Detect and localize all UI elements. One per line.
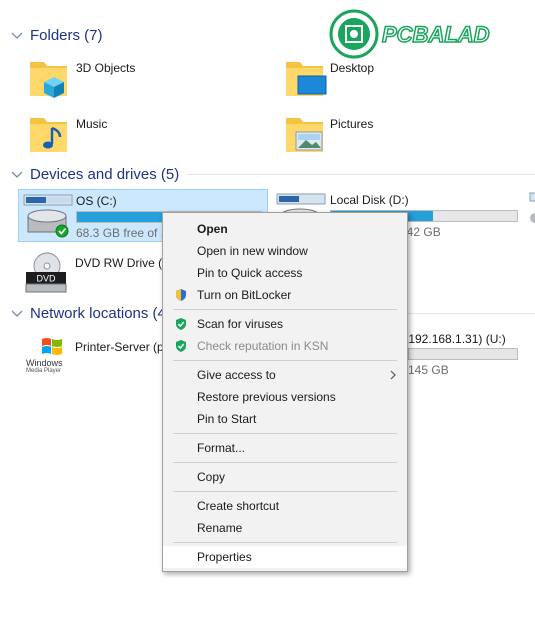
menu-item-label: Open in new window xyxy=(197,244,308,258)
folder-item-3d-objects[interactable]: 3D Objects xyxy=(26,54,246,102)
menu-item-restore-versions[interactable]: Restore previous versions xyxy=(163,386,407,408)
watermark-text: PCBALAD xyxy=(382,22,490,47)
menu-item-scan-viruses[interactable]: Scan for viruses xyxy=(163,313,407,335)
windows-media-player-logo: Windows Media Player xyxy=(24,336,70,376)
menu-separator xyxy=(173,462,397,463)
menu-item-open-new-window[interactable]: Open in new window xyxy=(163,240,407,262)
menu-item-check-ksn: Check reputation in KSN xyxy=(163,335,407,357)
menu-item-label: Rename xyxy=(197,521,243,535)
menu-item-label: Give access to xyxy=(197,368,276,382)
pictures-folder-icon xyxy=(286,118,323,152)
menu-item-label: Open xyxy=(197,222,228,236)
context-menu: Open Open in new window Pin to Quick acc… xyxy=(162,212,408,572)
menu-item-label: Copy xyxy=(197,470,226,484)
dvd-badge-text: DVD xyxy=(36,274,56,284)
menu-item-label: Properties xyxy=(197,550,252,564)
folder-item-music[interactable]: Music xyxy=(26,110,246,158)
devices-header-label: Devices and drives (5) xyxy=(30,166,180,183)
chevron-down-icon[interactable] xyxy=(10,168,24,182)
logo-text: Windows xyxy=(26,358,63,368)
menu-item-rename[interactable]: Rename xyxy=(163,517,407,539)
pcbalad-watermark: PCBALAD xyxy=(328,8,528,60)
logo-subtext: Media Player xyxy=(26,368,62,374)
menu-item-create-shortcut[interactable]: Create shortcut xyxy=(163,495,407,517)
system-drive-icon xyxy=(23,194,73,238)
drive-usage-bar xyxy=(408,348,518,360)
menu-item-label: Pin to Start xyxy=(197,412,257,426)
desktop-folder-icon xyxy=(286,62,327,96)
dvd-drive-icon: DVD xyxy=(25,252,67,293)
folder-label: Pictures xyxy=(330,117,374,131)
menu-item-label: Create shortcut xyxy=(197,499,280,513)
chevron-down-icon[interactable] xyxy=(10,307,24,321)
menu-item-open[interactable]: Open xyxy=(163,218,407,240)
network-location-label: Printer-Server (p xyxy=(75,340,164,354)
menu-separator xyxy=(173,433,397,434)
drive-item-dvd[interactable]: DVD DVD RW Drive (G xyxy=(18,248,172,298)
folders-header-label: Folders (7) xyxy=(30,27,103,44)
folder-label: 3D Objects xyxy=(76,61,136,75)
menu-item-format[interactable]: Format... xyxy=(163,437,407,459)
windows-flag-icon xyxy=(42,338,62,355)
menu-item-pin-quick-access[interactable]: Pin to Quick access xyxy=(163,262,407,284)
music-folder-icon xyxy=(30,118,67,152)
menu-item-give-access[interactable]: Give access to xyxy=(163,364,407,386)
folders-section-header[interactable]: Folders (7) xyxy=(10,27,310,44)
menu-item-label: Check reputation in KSN xyxy=(197,339,329,353)
folder-item-pictures[interactable]: Pictures xyxy=(282,110,502,158)
menu-item-bitlocker[interactable]: Turn on BitLocker xyxy=(163,284,407,306)
network-item-printer-server[interactable]: Windows Media Player Printer-Server (p xyxy=(18,330,168,380)
menu-separator xyxy=(173,542,397,543)
menu-item-label: Scan for viruses xyxy=(197,317,284,331)
kaspersky-shield-icon xyxy=(176,340,186,352)
uac-shield-icon xyxy=(176,289,186,301)
pcbalad-logo-icon: PCBALAD xyxy=(329,9,490,59)
menu-item-label: Restore previous versions xyxy=(197,390,336,404)
menu-item-properties[interactable]: Properties xyxy=(163,546,407,568)
network-header-label: Network locations (4 xyxy=(30,305,166,322)
folder-label: Desktop xyxy=(330,61,375,75)
3d-objects-folder-icon xyxy=(30,62,67,98)
menu-item-label: Turn on BitLocker xyxy=(197,288,292,302)
menu-item-label: Pin to Quick access xyxy=(197,266,303,280)
drive-item-partial[interactable] xyxy=(528,190,535,230)
hard-drive-icon xyxy=(529,192,535,223)
kaspersky-shield-icon xyxy=(176,318,186,330)
menu-item-pin-start[interactable]: Pin to Start xyxy=(163,408,407,430)
drive-free-space: 68.3 GB free of 1 xyxy=(76,226,168,240)
folder-label: Music xyxy=(76,117,108,131)
drive-label: OS (C:) xyxy=(76,194,117,208)
menu-separator xyxy=(173,360,397,361)
chevron-down-icon[interactable] xyxy=(10,29,24,43)
menu-item-label: Format... xyxy=(197,441,246,455)
network-location-label: \192.168.1.31) (U:) xyxy=(405,332,506,346)
menu-item-copy[interactable]: Copy xyxy=(163,466,407,488)
chevron-right-icon xyxy=(390,370,396,380)
section-divider xyxy=(187,174,535,175)
devices-section-header[interactable]: Devices and drives (5) xyxy=(10,166,535,183)
menu-separator xyxy=(173,491,397,492)
drive-label: DVD RW Drive (G xyxy=(75,256,172,270)
drive-label: Local Disk (D:) xyxy=(330,193,409,207)
drive-free-space: 145 GB xyxy=(408,363,449,377)
menu-separator xyxy=(173,309,397,310)
folder-item-desktop[interactable]: Desktop xyxy=(282,54,502,102)
